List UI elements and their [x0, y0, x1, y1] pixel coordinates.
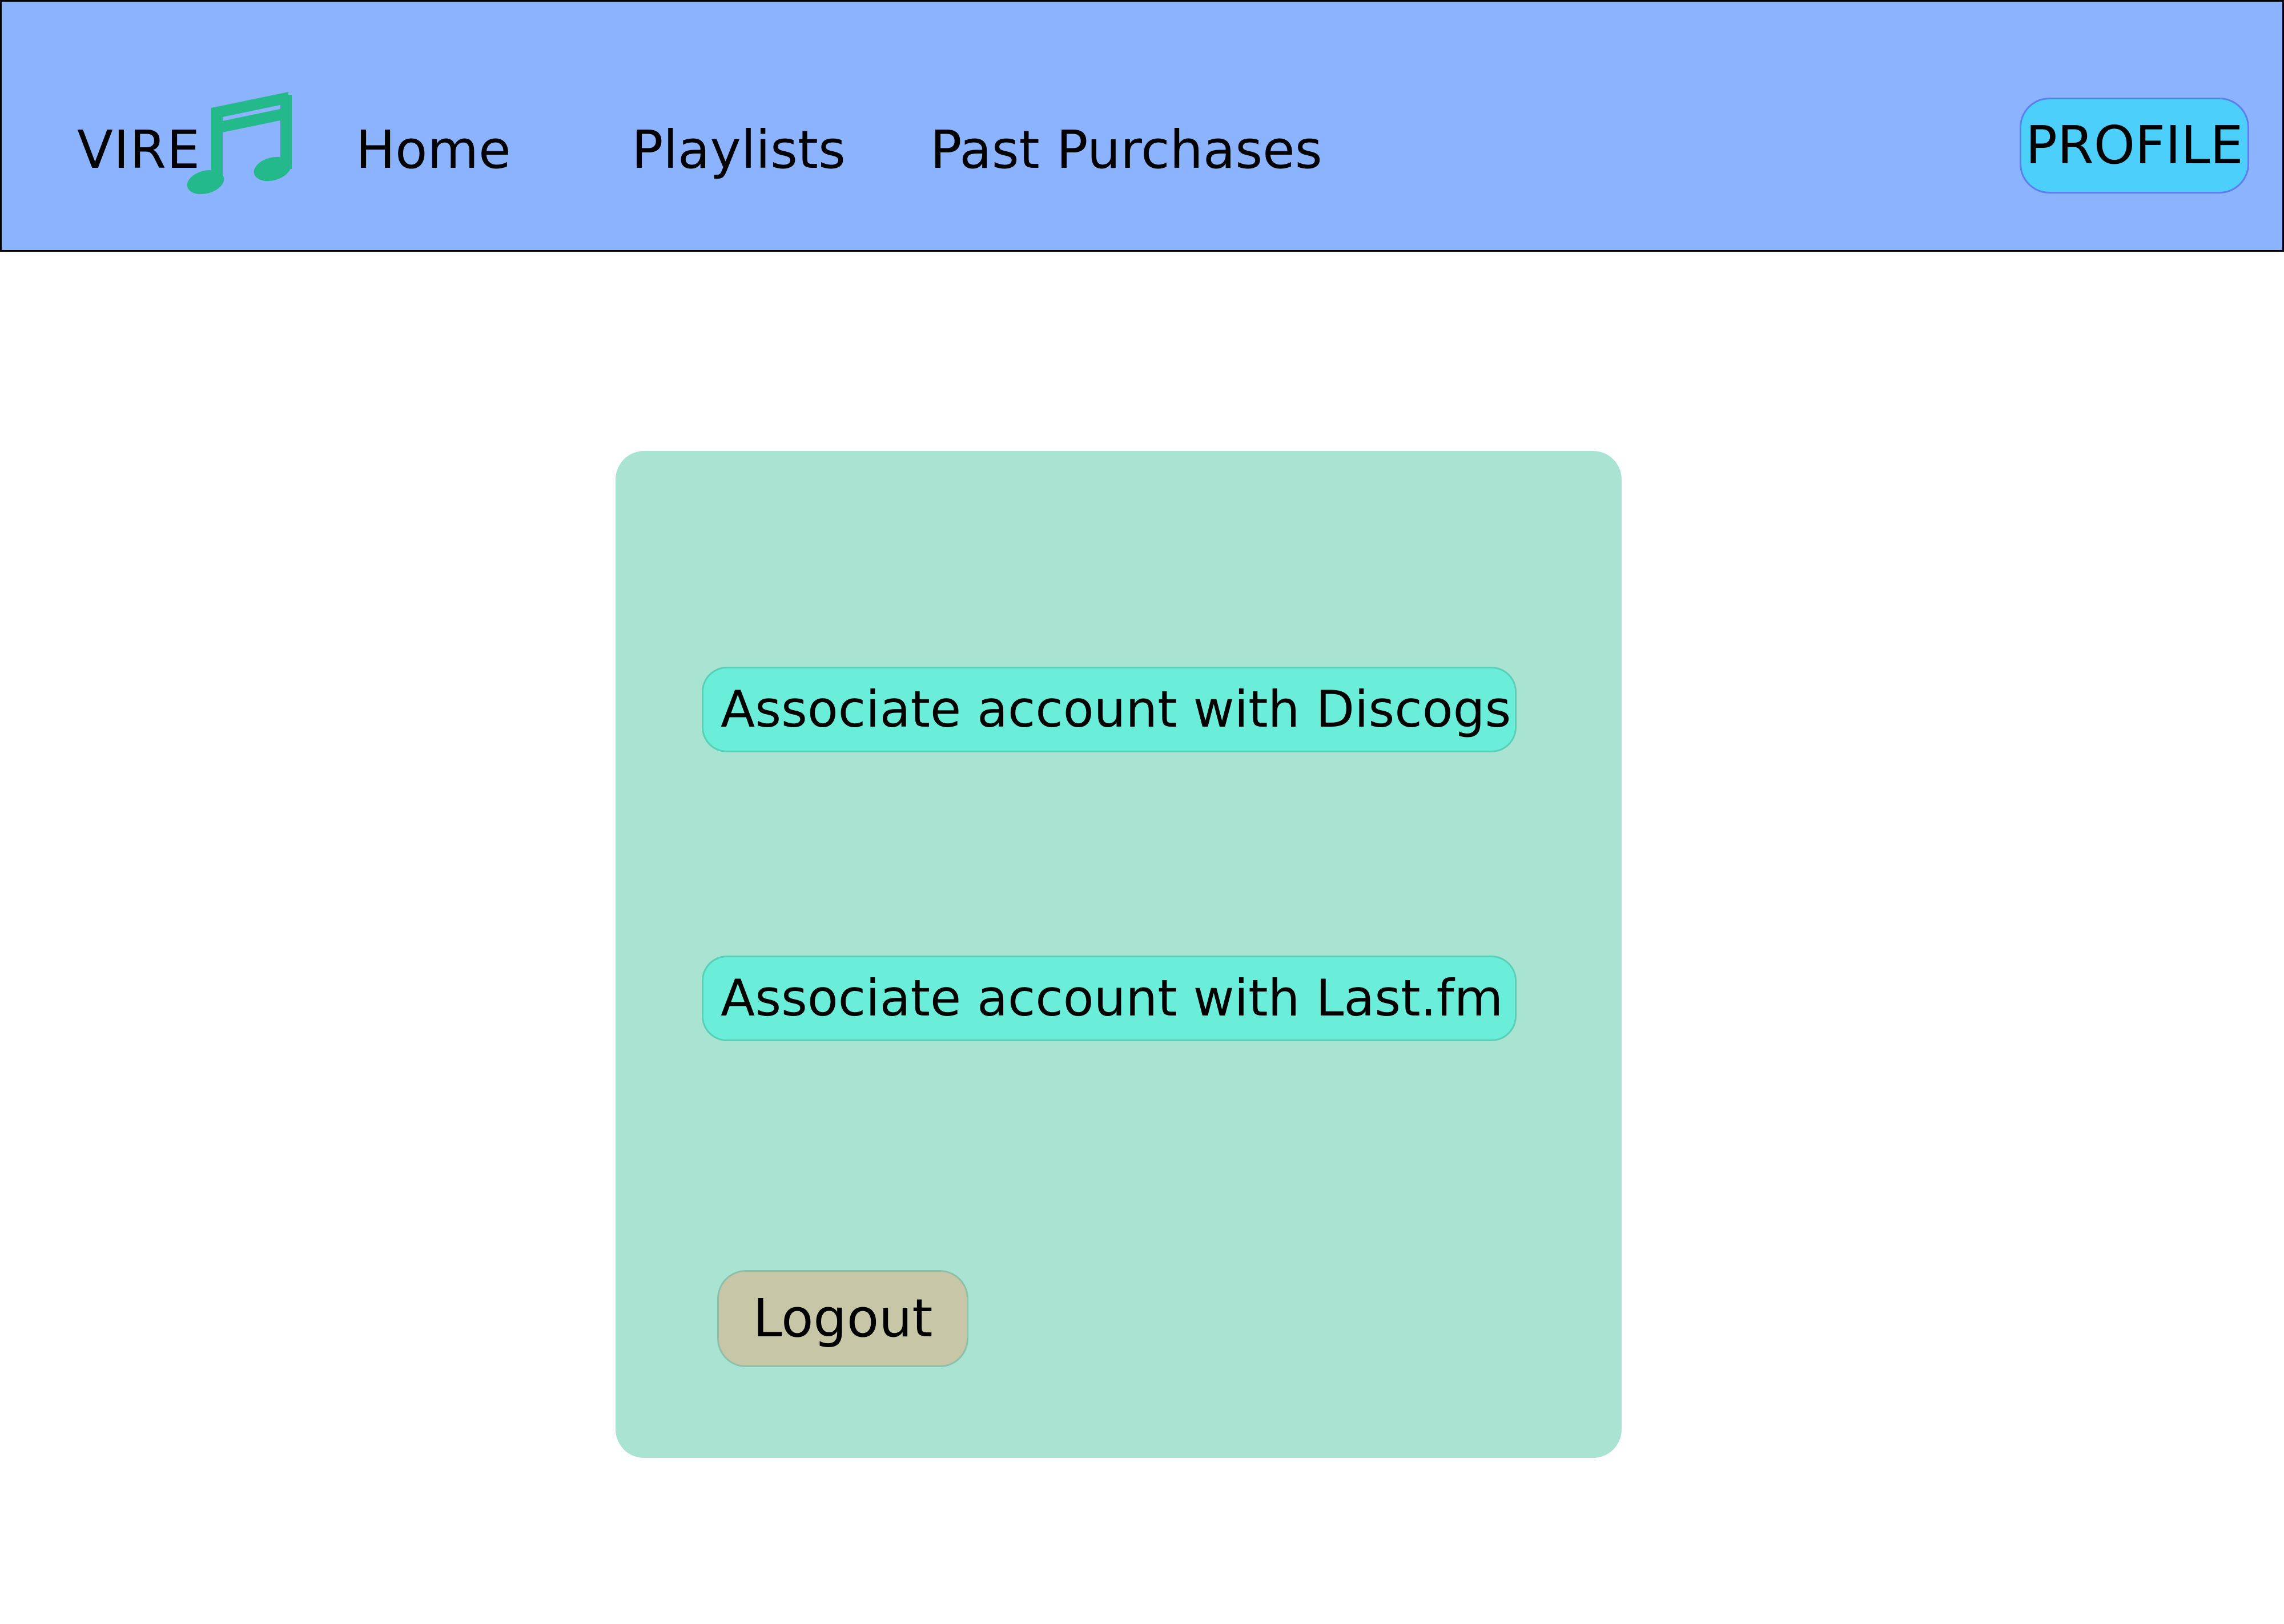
logout-button[interactable]: Logout — [717, 1270, 968, 1367]
nav-home-link[interactable]: Home — [356, 104, 511, 196]
brand[interactable]: VIRE — [77, 104, 200, 196]
associate-discogs-button[interactable]: Associate account with Discogs — [702, 667, 1517, 752]
nav-playlists-link[interactable]: Playlists — [632, 104, 846, 196]
music-notes-icon — [187, 92, 292, 195]
nav-past-purchases-link[interactable]: Past Purchases — [930, 104, 1322, 196]
account-panel: Associate account with Discogs Associate… — [616, 451, 1622, 1458]
brand-name: VIRE — [77, 119, 201, 180]
top-navbar: VIRE Home Playlists Past Purchases PROFI… — [0, 0, 2284, 252]
profile-button[interactable]: PROFILE — [2020, 98, 2249, 194]
associate-lastfm-button[interactable]: Associate account with Last.fm — [702, 956, 1517, 1041]
